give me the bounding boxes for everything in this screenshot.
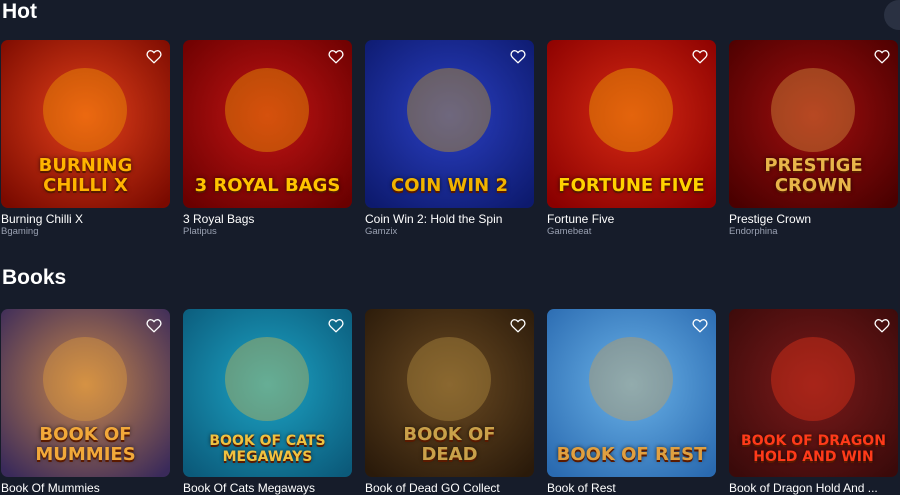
game-thumbnail[interactable]: BOOK OF MUMMIES <box>1 309 170 477</box>
game-name[interactable]: Fortune Five <box>547 212 716 226</box>
game-art-title: BURNING CHILLI X <box>38 155 133 196</box>
game-thumbnail[interactable]: FORTUNE FIVE <box>547 40 716 208</box>
game-thumbnail[interactable]: BOOK OF CATS MEGAWAYS <box>183 309 352 477</box>
game-card[interactable]: BOOK OF DEAD Book of Dead GO Collect <box>365 309 534 495</box>
game-name[interactable]: 3 Royal Bags <box>183 212 352 226</box>
game-name[interactable]: Book Of Mummies <box>1 481 170 495</box>
game-provider: Endorphina <box>729 226 778 237</box>
game-art-title: BOOK OF CATS MEGAWAYS <box>209 433 326 465</box>
game-card[interactable]: 3 ROYAL BAGS 3 Royal Bags Platipus <box>183 40 352 237</box>
game-provider: Gamebeat <box>547 226 592 237</box>
game-name[interactable]: Book of Dead GO Collect <box>365 481 534 495</box>
game-name[interactable]: Coin Win 2: Hold the Spin <box>365 212 534 226</box>
game-name[interactable]: Prestige Crown <box>729 212 898 226</box>
game-art-title: BOOK OF DRAGON HOLD AND WIN <box>741 433 886 465</box>
game-name[interactable]: Book of Dragon Hold And ... <box>729 481 898 495</box>
game-provider: Gamzix <box>365 226 398 237</box>
heart-outline-icon[interactable] <box>144 46 164 66</box>
game-provider: Bgaming <box>1 226 39 237</box>
game-art-title: PRESTIGE CROWN <box>764 155 863 196</box>
heart-outline-icon[interactable] <box>326 46 346 66</box>
game-card[interactable]: COIN WIN 2 Coin Win 2: Hold the Spin Gamzi… <box>365 40 534 237</box>
game-card[interactable]: BURNING CHILLI X Burning Chilli X Bgaming <box>1 40 170 237</box>
heart-outline-icon[interactable] <box>872 315 892 335</box>
game-thumbnail[interactable]: PRESTIGE CROWN <box>729 40 898 208</box>
game-thumbnail[interactable]: 3 ROYAL BAGS <box>183 40 352 208</box>
game-thumbnail[interactable]: BOOK OF REST <box>547 309 716 477</box>
game-art-title: COIN WIN 2 <box>391 175 508 196</box>
heart-outline-icon[interactable] <box>144 315 164 335</box>
game-card[interactable]: BOOK OF DRAGON HOLD AND WIN Book of Drago… <box>729 309 898 495</box>
game-card[interactable]: PRESTIGE CROWN Prestige Crown Endorphina <box>729 40 898 237</box>
game-name[interactable]: Book Of Cats Megaways <box>183 481 352 495</box>
game-thumbnail[interactable]: BURNING CHILLI X <box>1 40 170 208</box>
game-name[interactable]: Burning Chilli X <box>1 212 170 226</box>
game-art-title: FORTUNE FIVE <box>558 175 705 196</box>
game-art-title: BOOK OF REST <box>556 444 707 465</box>
scroll-right-icon[interactable] <box>884 0 900 30</box>
heart-outline-icon[interactable] <box>690 46 710 66</box>
games-row-books: BOOK OF MUMMIES Book Of Mummies BOOK OF CA… <box>1 309 898 495</box>
heart-outline-icon[interactable] <box>508 315 528 335</box>
game-provider: Platipus <box>183 226 217 237</box>
game-name[interactable]: Book of Rest <box>547 481 716 495</box>
game-thumbnail[interactable]: BOOK OF DRAGON HOLD AND WIN <box>729 309 898 477</box>
game-card[interactable]: BOOK OF CATS MEGAWAYS Book Of Cats Megawa… <box>183 309 352 495</box>
game-card[interactable]: FORTUNE FIVE Fortune Five Gamebeat <box>547 40 716 237</box>
games-row-hot: BURNING CHILLI X Burning Chilli X Bgaming 3… <box>1 40 898 237</box>
heart-outline-icon[interactable] <box>326 315 346 335</box>
section-title-hot: Hot <box>2 0 37 23</box>
heart-outline-icon[interactable] <box>508 46 528 66</box>
game-thumbnail[interactable]: COIN WIN 2 <box>365 40 534 208</box>
game-card[interactable]: BOOK OF MUMMIES Book Of Mummies <box>1 309 170 495</box>
game-art-title: 3 ROYAL BAGS <box>194 175 341 196</box>
game-art-title: BOOK OF DEAD <box>403 424 496 465</box>
heart-outline-icon[interactable] <box>690 315 710 335</box>
heart-outline-icon[interactable] <box>872 46 892 66</box>
game-card[interactable]: BOOK OF REST Book of Rest <box>547 309 716 495</box>
game-thumbnail[interactable]: BOOK OF DEAD <box>365 309 534 477</box>
game-art-title: BOOK OF MUMMIES <box>35 424 136 465</box>
section-title-books: Books <box>2 266 67 289</box>
